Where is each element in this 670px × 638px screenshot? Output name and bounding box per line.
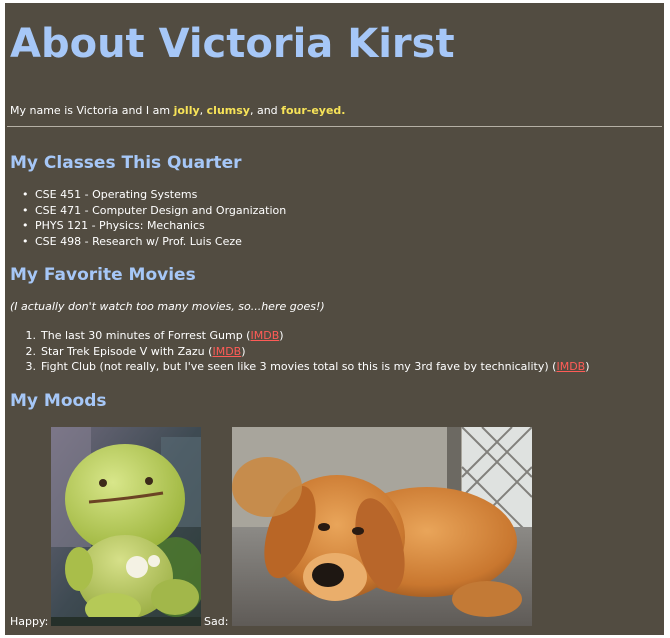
movies-heading: My Favorite Movies	[10, 265, 196, 285]
sad-puppy-icon	[232, 427, 532, 626]
trait-clumsy: clumsy	[206, 104, 250, 117]
movies-note: (I actually don't watch too many movies,…	[10, 300, 325, 313]
classes-list: CSE 451 - Operating Systems CSE 471 - Co…	[22, 187, 286, 249]
list-item: CSE 471 - Computer Design and Organizati…	[22, 203, 286, 219]
imdb-link[interactable]: IMDB	[212, 345, 241, 358]
intro-text: My name is Victoria and I am jolly, clum…	[10, 104, 345, 117]
green-smiling-toy-icon	[51, 427, 201, 626]
sad-label: Sad:	[204, 615, 229, 628]
list-item: CSE 451 - Operating Systems	[22, 187, 286, 203]
classes-heading: My Classes This Quarter	[10, 153, 242, 173]
moods-heading: My Moods	[10, 391, 107, 411]
item-number: 1.	[25, 329, 37, 342]
imdb-link[interactable]: IMDB	[556, 360, 585, 373]
list-item: PHYS 121 - Physics: Mechanics	[22, 218, 286, 234]
happy-image	[51, 427, 201, 626]
page-title: About Victoria Kirst	[10, 21, 455, 67]
list-item: 1. The last 30 minutes of Forrest Gump (I…	[15, 328, 590, 344]
movie-title: Star Trek Episode V with Zazu	[41, 344, 205, 358]
intro-prefix: My name is Victoria and I am	[10, 104, 174, 117]
item-number: 3.	[25, 360, 37, 373]
imdb-link[interactable]: IMDB	[250, 329, 279, 342]
movie-title: Fight Club (not really, but I've seen li…	[41, 360, 549, 373]
intro-sep: , and	[249, 104, 282, 117]
sad-image	[232, 427, 532, 626]
trait-four-eyed: four-eyed.	[281, 104, 346, 117]
item-number: 2.	[25, 344, 37, 358]
list-item: CSE 498 - Research w/ Prof. Luis Ceze	[22, 234, 286, 250]
list-item: 3. Fight Club (not really, but I've seen …	[15, 359, 590, 375]
movies-list: 1. The last 30 minutes of Forrest Gump (I…	[15, 328, 590, 375]
intro-sep: ,	[199, 104, 207, 117]
list-item: 2. Star Trek Episode V with Zazu (IMDB)	[15, 344, 590, 360]
movie-title: The last 30 minutes of Forrest Gump	[41, 329, 243, 342]
trait-jolly: jolly	[173, 104, 200, 117]
page: About Victoria Kirst My name is Victoria…	[5, 3, 664, 635]
happy-label: Happy:	[10, 615, 49, 628]
divider	[7, 126, 662, 127]
